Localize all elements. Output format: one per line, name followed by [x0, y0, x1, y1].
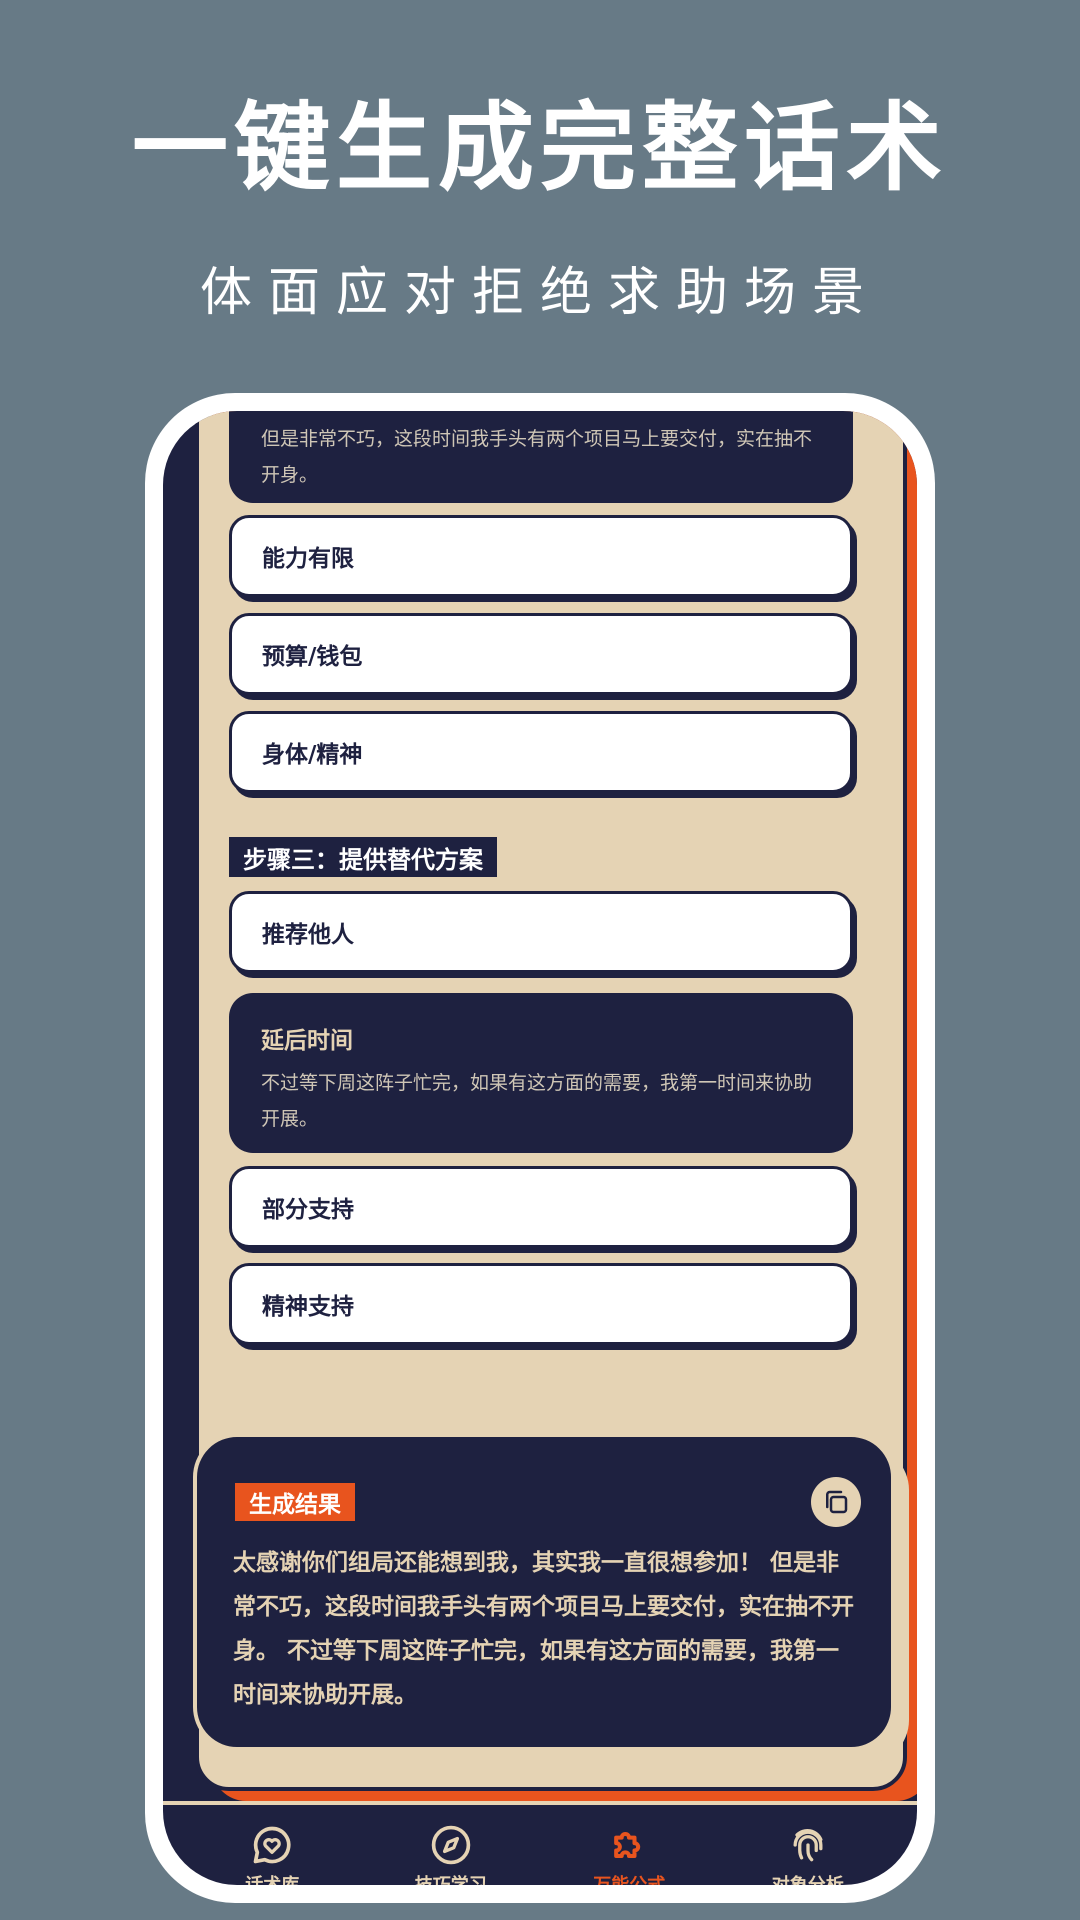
option-label: 能力有限 [262, 546, 354, 572]
copy-button[interactable] [811, 1477, 861, 1527]
tab-skill-learning[interactable]: 技巧学习 [371, 1823, 531, 1885]
option-delay-time[interactable]: 延后时间 不过等下周这阵子忙完，如果有这方面的需要，我第一时间来协助开展。 [229, 993, 853, 1153]
option-spiritual-support[interactable]: 精神支持 [229, 1263, 853, 1345]
tab-label: 万能公式 [593, 1871, 665, 1885]
option-body-mind[interactable]: 身体/精神 [229, 711, 853, 793]
option-label: 预算/钱包 [262, 644, 363, 670]
tab-label: 话术库 [245, 1871, 299, 1885]
phone-frame: 但是非常不巧，这段时间我手头有两个项目马上要交付，实在抽不开身。 能力有限 预算… [145, 393, 935, 1903]
fingerprint-icon [793, 1829, 823, 1862]
option-desc: 但是非常不巧，这段时间我手头有两个项目马上要交付，实在抽不开身。 [261, 428, 813, 486]
option-selected-partial[interactable]: 但是非常不巧，这段时间我手头有两个项目马上要交付，实在抽不开身。 [229, 411, 853, 503]
promo-subline: 体面应对拒绝求助场景 [199, 263, 880, 323]
option-label: 身体/精神 [262, 742, 363, 768]
tab-label: 对象分析 [772, 1871, 844, 1885]
option-desc: 不过等下周这阵子忙完，如果有这方面的需要，我第一时间来协助开展。 [261, 1072, 813, 1130]
result-text: 太感谢你们组局还能想到我，其实我一直很想参加！ 但是非常不巧，这段时间我手头有两… [233, 1550, 854, 1708]
option-label: 部分支持 [262, 1197, 354, 1223]
option-partial-support[interactable]: 部分支持 [229, 1166, 853, 1248]
step3-label: 步骤三：提供替代方案 [229, 837, 497, 877]
copy-icon [826, 1490, 848, 1514]
tab-label: 技巧学习 [415, 1871, 487, 1885]
bottom-tabbar: 话术库 技巧学习 万能公式 [163, 1805, 917, 1885]
tab-universal-formula[interactable]: 万能公式 [549, 1823, 709, 1885]
option-recommend-others[interactable]: 推荐他人 [229, 891, 853, 973]
option-title: 延后时间 [261, 1028, 353, 1054]
compass-icon [431, 1825, 470, 1865]
chat-heart-icon [253, 1826, 291, 1864]
tab-script-library[interactable]: 话术库 [192, 1823, 352, 1885]
option-budget[interactable]: 预算/钱包 [229, 613, 853, 695]
promo-headline: 一键生成完整话术 [132, 92, 948, 204]
option-ability-limited[interactable]: 能力有限 [229, 515, 853, 597]
puzzle-icon [614, 1832, 641, 1859]
app-screen: 但是非常不巧，这段时间我手头有两个项目马上要交付，实在抽不开身。 能力有限 预算… [163, 411, 917, 1885]
tab-target-analysis[interactable]: 对象分析 [728, 1823, 888, 1885]
result-card: 生成结果 太感谢你们组局还能想到我，其实我一直很想参加！ 但是非常不巧，这段时间… [193, 1433, 895, 1751]
result-tag: 生成结果 [233, 1481, 357, 1523]
option-label: 推荐他人 [262, 922, 354, 948]
option-label: 精神支持 [262, 1294, 354, 1320]
